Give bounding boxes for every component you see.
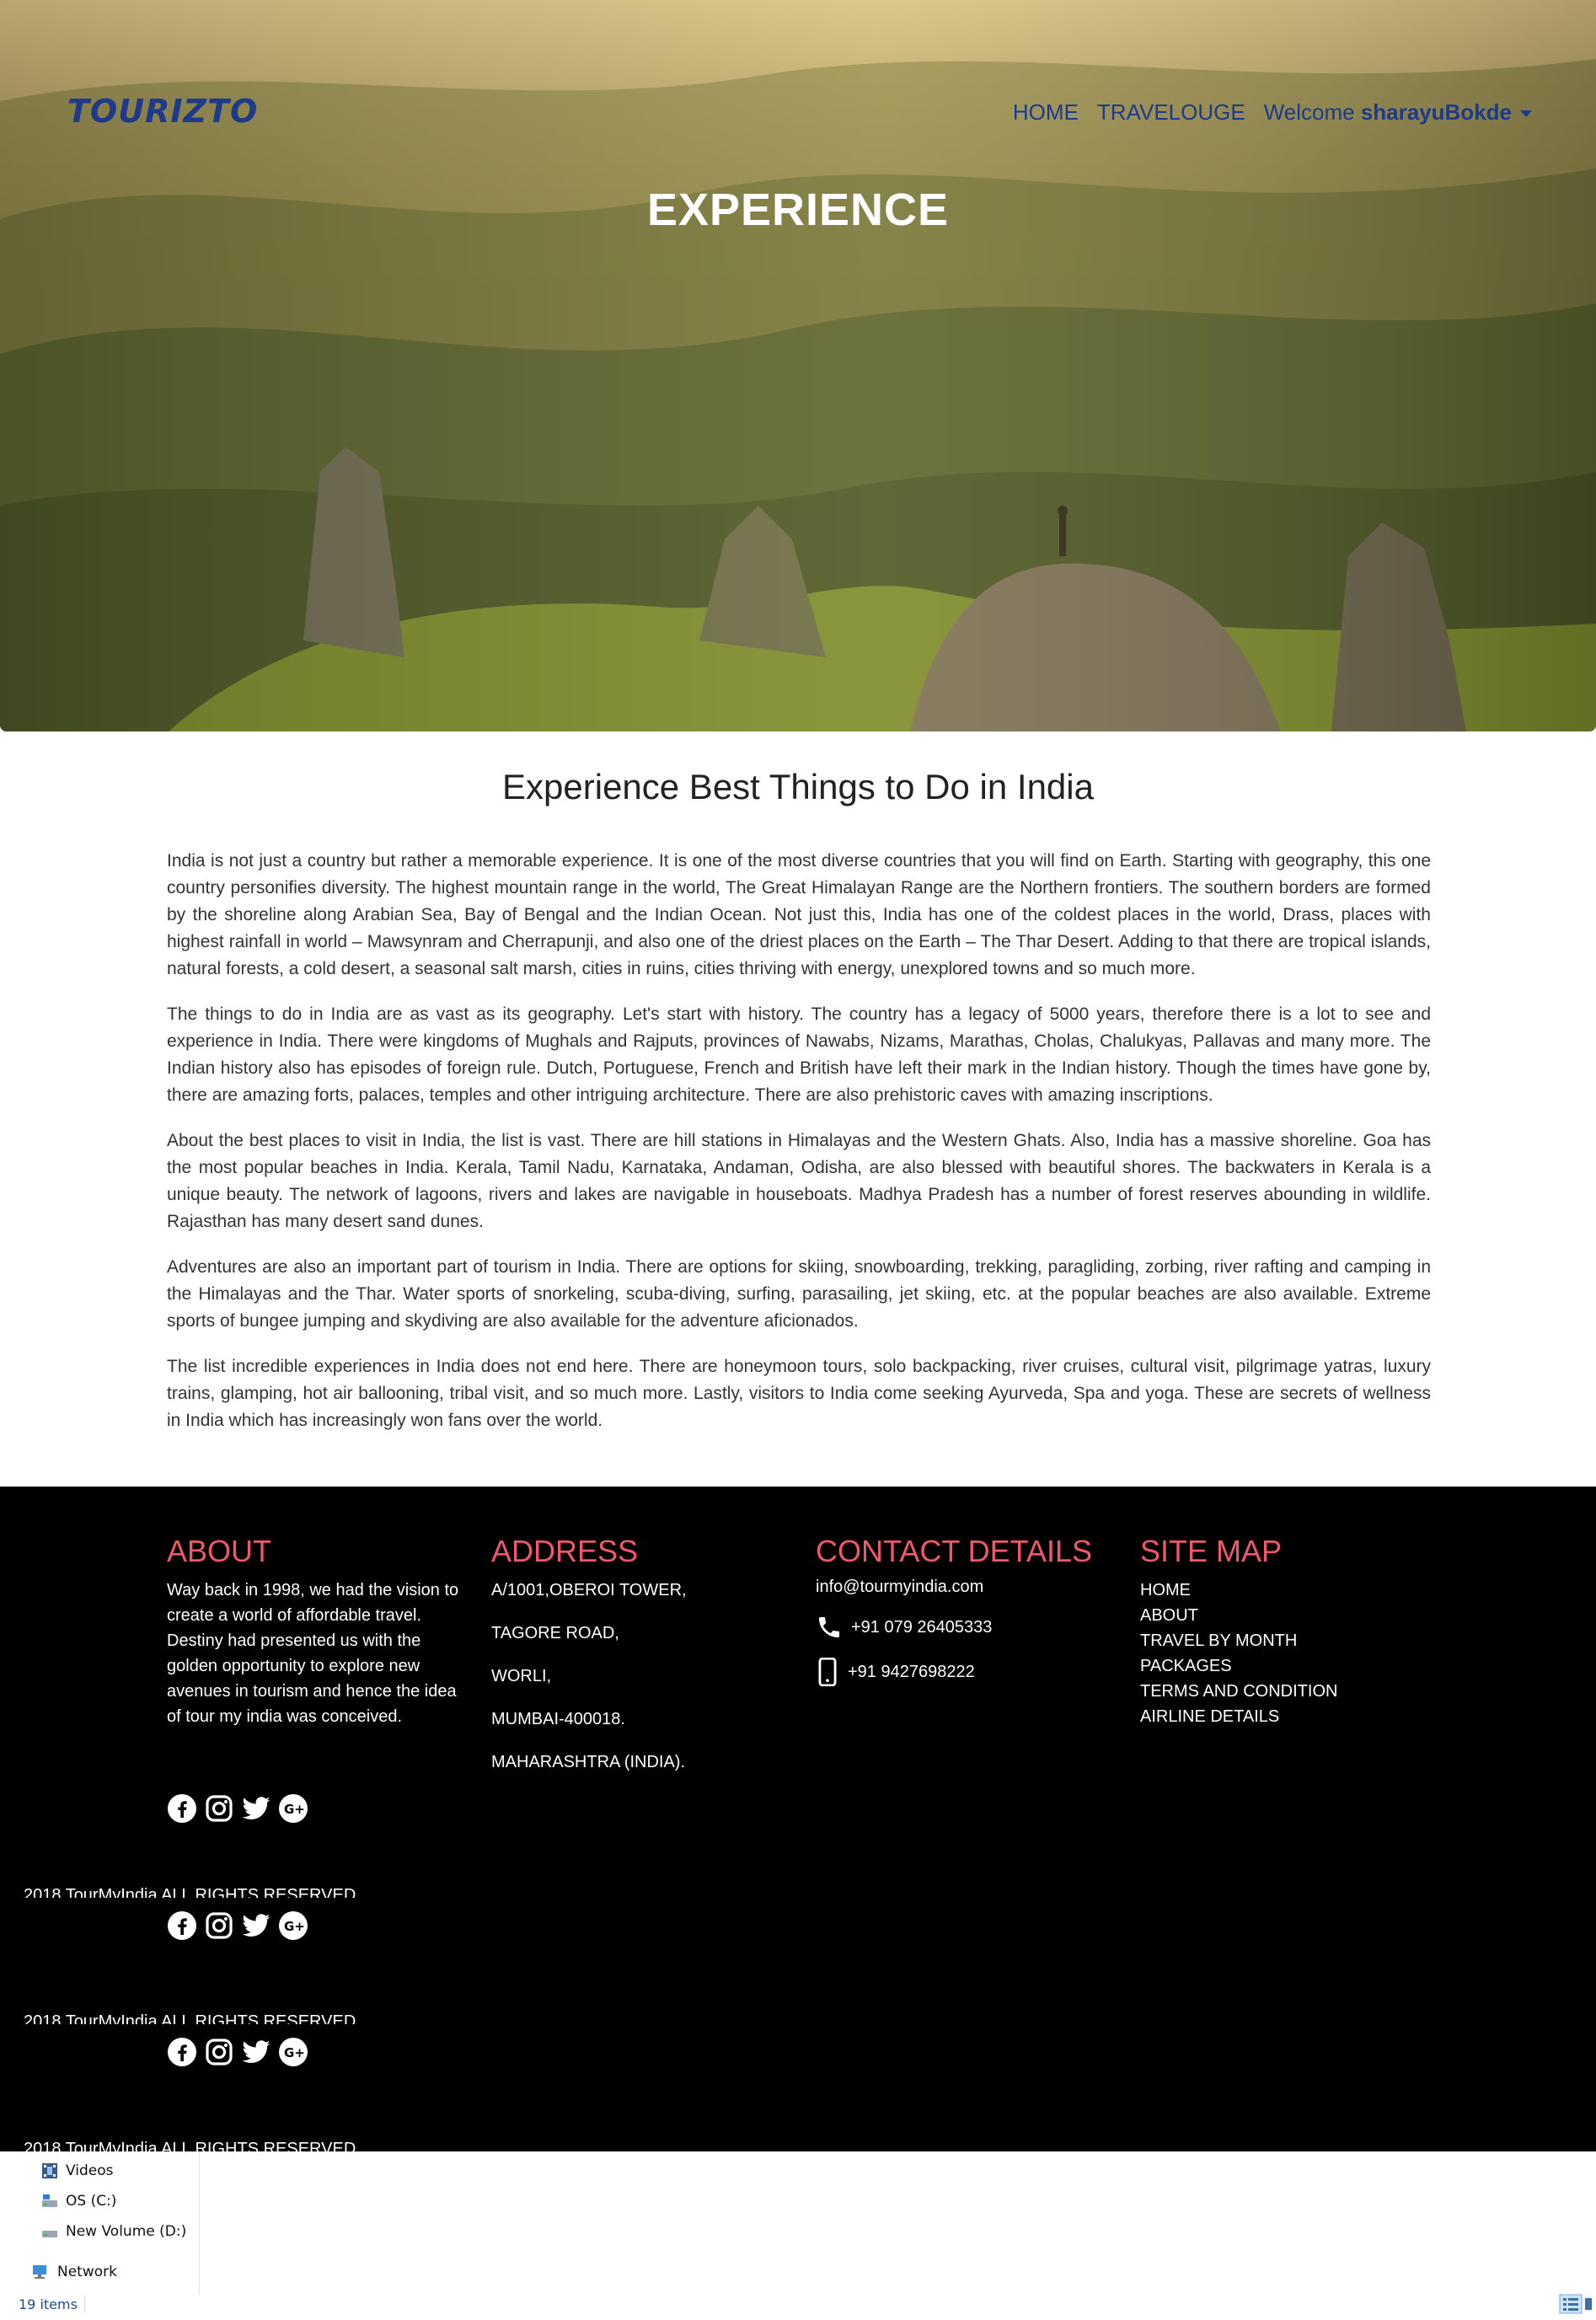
mobile-phone-icon (818, 1658, 837, 1686)
item-count-status: 19 items (19, 2296, 78, 2312)
nav-item-label: New Volume (D:) (66, 2223, 187, 2240)
top-nav: HOME TRAVELOUGE Welcome sharayuBokde (1013, 99, 1532, 126)
contact-mobile[interactable]: +91 9427698222 (848, 1663, 975, 1682)
view-toggle-icons[interactable] (1559, 2293, 1593, 2315)
user-menu-dropdown[interactable]: Welcome sharayuBokde (1264, 99, 1532, 126)
nav-item-label: OS (C:) (66, 2193, 117, 2210)
svg-text:G+: G+ (284, 1919, 305, 1934)
page-title: Experience Best Things to Do in India (502, 767, 1094, 806)
article-paragraph: The things to do in India are as vast as… (167, 1005, 1431, 1105)
nav-item-new-volume-d[interactable]: New Volume (D:) (40, 2222, 186, 2241)
site-logo[interactable]: TOURIZTO (67, 93, 258, 130)
copyright-text: 2018 TourMyIndia ALL RIGHTS RESERVED (24, 1886, 356, 1898)
hero-title: EXPERIENCE (646, 185, 950, 235)
article-paragraph: About the best places to visit in India,… (167, 1131, 1431, 1231)
article-paragraph: The list incredible experiences in India… (167, 1357, 1431, 1430)
sitemap-link-travel-by-month[interactable]: TRAVEL BY MONTH (1140, 1628, 1427, 1653)
footer-address: ADDRESS A/1001,OBEROI TOWER, TAGORE ROAD… (491, 1534, 795, 1792)
copyright-text: 2018 TourMyIndia ALL RIGHTS RESERVED (24, 2012, 356, 2024)
drive-icon (42, 2231, 57, 2237)
google-plus-icon[interactable]: G+ (278, 1793, 308, 1824)
address-line: MAHARASHTRA (INDIA). (491, 1753, 686, 1771)
sitemap-link-packages[interactable]: PACKAGES (1140, 1653, 1427, 1679)
copyright-text: 2018 TourMyIndia ALL RIGHTS RESERVED (24, 2140, 356, 2151)
about-text: Way back in 1998, we had the vision to c… (167, 1581, 459, 1726)
twitter-icon[interactable] (241, 2037, 271, 2067)
sitemap-heading: SITE MAP (1140, 1534, 1283, 1568)
nav-home-link[interactable]: HOME (1013, 99, 1079, 126)
facebook-icon[interactable] (167, 1793, 197, 1824)
facebook-icon[interactable] (167, 2037, 197, 2067)
footer-sitemap: SITE MAP HOME ABOUT TRAVEL BY MONTH PACK… (1140, 1534, 1427, 1729)
sitemap-link-home[interactable]: HOME (1140, 1578, 1427, 1603)
facebook-icon[interactable] (167, 1910, 197, 1941)
twitter-icon[interactable] (241, 1793, 271, 1824)
social-links: G+ (167, 1793, 308, 1824)
nav-item-label: Videos (66, 2162, 114, 2179)
status-separator (84, 2295, 85, 2313)
mobile-line: +91 9427698222 (816, 1658, 1127, 1686)
pane-divider[interactable] (199, 2151, 200, 2295)
phone-line: +91 079 26405333 (816, 1614, 1127, 1641)
sitemap-link-about[interactable]: ABOUT (1140, 1603, 1427, 1628)
footer-contact: CONTACT DETAILS info@tourmyindia.com +91… (816, 1534, 1127, 1703)
address-line: WORLI, (491, 1667, 552, 1685)
address-line: MUMBAI-400018. (491, 1710, 625, 1728)
article-body: India is not just a country but rather a… (167, 848, 1431, 1453)
google-plus-icon[interactable]: G+ (278, 2037, 308, 2067)
drive-icon (42, 2194, 57, 2207)
google-plus-icon[interactable]: G+ (278, 1910, 308, 1941)
social-links: G+ (167, 1910, 308, 1941)
file-explorer-pane: Videos OS (C:) New Volume (D:) Network 1… (0, 2151, 1596, 2320)
instagram-icon[interactable] (204, 1793, 234, 1824)
nav-item-videos[interactable]: Videos (40, 2162, 114, 2180)
email-line: info@tourmyindia.com (816, 1578, 1127, 1597)
sitemap-link-terms[interactable]: TERMS AND CONDITION (1140, 1679, 1427, 1704)
network-icon (33, 2265, 46, 2279)
welcome-label: Welcome (1263, 99, 1355, 125)
videos-folder-icon (42, 2163, 57, 2178)
address-heading: ADDRESS (491, 1534, 639, 1568)
sitemap-link-airline-details[interactable]: AIRLINE DETAILS (1140, 1704, 1427, 1729)
article-paragraph: Adventures are also an important part of… (167, 1257, 1431, 1331)
phone-icon (819, 1617, 839, 1637)
svg-text:G+: G+ (284, 2045, 305, 2060)
nav-item-network[interactable]: Network (30, 2263, 117, 2281)
contact-email[interactable]: info@tourmyindia.com (816, 1578, 983, 1597)
svg-text:G+: G+ (284, 1802, 305, 1817)
contact-phone[interactable]: +91 079 26405333 (851, 1618, 992, 1637)
instagram-icon[interactable] (204, 2037, 234, 2067)
nav-travelouge-link[interactable]: TRAVELOUGE (1097, 99, 1245, 126)
contact-heading: CONTACT DETAILS (816, 1534, 1093, 1568)
nav-item-os-c[interactable]: OS (C:) (40, 2192, 116, 2210)
instagram-icon[interactable] (204, 1910, 234, 1941)
address-line: TAGORE ROAD, (491, 1624, 619, 1642)
nav-item-label: Network (57, 2264, 117, 2280)
footer-about: ABOUT Way back in 1998, we had the visio… (167, 1534, 462, 1729)
hero-banner: TOURIZTO HOME TRAVELOUGE Welcome sharayu… (0, 0, 1596, 731)
site-footer: ABOUT Way back in 1998, we had the visio… (0, 1487, 1596, 2151)
address-line: A/1001,OBEROI TOWER, (491, 1581, 687, 1599)
chevron-down-icon (1520, 110, 1532, 118)
user-name: sharayuBokde (1360, 99, 1512, 125)
twitter-icon[interactable] (241, 1910, 271, 1941)
article-paragraph: India is not just a country but rather a… (167, 851, 1431, 978)
social-links: G+ (167, 2037, 308, 2067)
about-heading: ABOUT (167, 1534, 272, 1568)
